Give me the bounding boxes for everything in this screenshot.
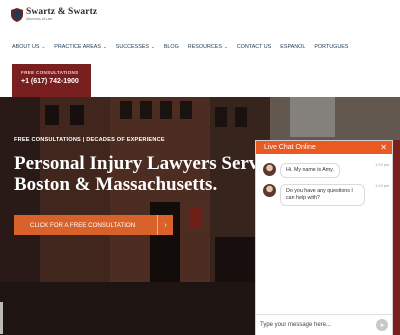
chat-input-bar: Type your message here... ➤ (256, 314, 392, 335)
nav-item-about-us[interactable]: ABOUT US ⌄ (12, 44, 45, 50)
free-consultation-button[interactable]: CLICK FOR A FREE CONSULTATION › (14, 215, 173, 235)
nav-item-blog[interactable]: BLOG (164, 44, 179, 50)
hero-eyebrow: FREE CONSULTATIONS | DECADES OF EXPERIEN… (14, 137, 165, 143)
chat-messages: Hi. My name is Amy. 1:19 pm Do you have … (256, 154, 392, 314)
chat-bubble: Hi. My name is Amy. (280, 163, 340, 178)
chevron-down-icon: ⌄ (151, 44, 155, 49)
side-tab (0, 302, 3, 334)
chevron-right-icon: › (157, 215, 173, 235)
chat-bubble: Do you have any questions I can help wit… (280, 184, 365, 206)
chat-message-input[interactable]: Type your message here... (260, 322, 376, 328)
chevron-down-icon: ⌄ (41, 44, 46, 49)
nav-item-practice-areas[interactable]: PRACTICE AREAS ⌄ (54, 44, 107, 50)
nav-item-successes[interactable]: SUCCESSES ⌄ (116, 44, 155, 50)
logo-tagline: Attorneys at Law (26, 17, 53, 21)
nav-item-contact-us[interactable]: CONTACT US (237, 44, 272, 50)
chevron-down-icon: ⌄ (102, 44, 107, 49)
hero-title-line-2: Boston & Massachusetts. (14, 174, 218, 195)
chat-message: Do you have any questions I can help wit… (263, 184, 389, 206)
chat-message: Hi. My name is Amy. 1:19 pm (263, 163, 389, 178)
shield-logo-icon (11, 7, 23, 22)
avatar (263, 184, 276, 197)
main-nav: ABOUT US ⌄ PRACTICE AREAS ⌄ SUCCESSES ⌄ BLO… (12, 44, 357, 50)
phone-cta[interactable]: FREE CONSULTATIONS +1 (617) 742-1900 (12, 64, 91, 97)
message-time: 1:19 pm (375, 163, 389, 167)
cta-label: FREE CONSULTATIONS (21, 70, 79, 75)
site-header: Swartz & Swartz Attorneys at Law ABOUT U… (0, 0, 400, 97)
live-chat-widget: Live Chat Online ✕ Hi. My name is Amy. 1… (255, 140, 393, 335)
chevron-down-icon: ⌄ (223, 44, 228, 49)
logo-title: Swartz & Swartz (26, 7, 98, 17)
nav-item-portugues[interactable]: PORTUGUES (314, 44, 348, 50)
hero-title-line-1: Personal Injury Lawyers Serving (14, 153, 259, 174)
nav-item-resources[interactable]: RESOURCES ⌄ (188, 44, 228, 50)
nav-item-espanol[interactable]: ESPANOL (280, 44, 305, 50)
close-icon[interactable]: ✕ (380, 143, 387, 152)
logo[interactable]: Swartz & Swartz Attorneys at Law (11, 7, 97, 22)
chat-title: Live Chat Online (264, 144, 316, 151)
page-edge-bar (393, 140, 400, 335)
avatar (263, 163, 276, 176)
hero-title: Personal Injury Lawyers Serving Boston &… (14, 153, 259, 197)
send-arrow-icon[interactable]: ➤ (376, 319, 388, 331)
chat-header[interactable]: Live Chat Online ✕ (256, 141, 392, 154)
free-consultation-button-label: CLICK FOR A FREE CONSULTATION (30, 221, 136, 229)
cta-phone-number[interactable]: +1 (617) 742-1900 (21, 78, 91, 85)
message-time: 1:19 pm (375, 184, 389, 188)
